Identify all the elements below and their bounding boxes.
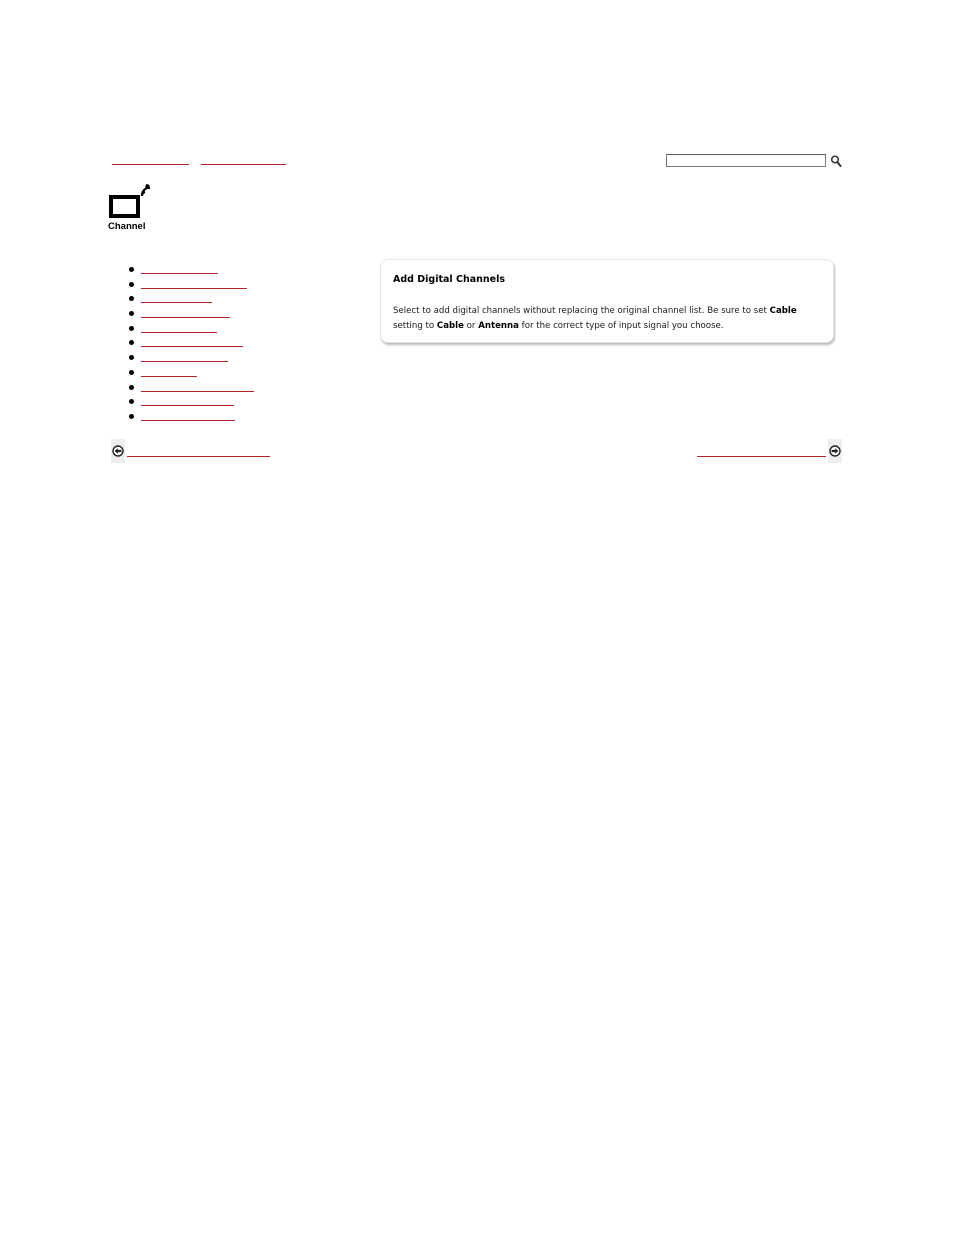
topic-link[interactable]: [141, 410, 235, 421]
topic-link[interactable]: [141, 292, 212, 304]
bullet: [129, 325, 134, 331]
body-text: or: [463, 321, 479, 331]
topic-link[interactable]: [141, 263, 218, 274]
bullet: [129, 369, 134, 375]
list-item: [127, 321, 277, 336]
list-item: [127, 350, 277, 365]
search-button[interactable]: [830, 153, 842, 167]
list-item: [127, 306, 277, 321]
term-cable: Cable: [769, 306, 797, 316]
list-item: [127, 380, 277, 395]
term-antenna: Antenna: [478, 321, 519, 331]
list-item: [127, 262, 277, 277]
bullet: [129, 296, 134, 302]
search-input[interactable]: [666, 154, 826, 167]
breadcrumb-link-1[interactable]: [112, 154, 189, 165]
category-label: Channel: [108, 221, 146, 232]
topic-link[interactable]: [141, 366, 197, 377]
topic-link[interactable]: [141, 351, 228, 363]
list-item: [127, 365, 277, 380]
bullet: [129, 340, 134, 346]
tv-broadcast-icon: [108, 183, 151, 219]
arrow-right-icon: [829, 445, 841, 457]
topic-link[interactable]: [141, 322, 217, 333]
body-text: setting to: [393, 321, 437, 331]
list-item: [127, 291, 277, 306]
bullet: [129, 384, 134, 390]
topic-link[interactable]: [141, 336, 243, 348]
list-item: [127, 335, 277, 350]
search-icon: [830, 155, 842, 167]
breadcrumb-link-2[interactable]: [201, 154, 286, 165]
bullet: [129, 311, 134, 317]
topic-link[interactable]: [141, 307, 230, 319]
card-title: Add Digital Channels: [393, 274, 506, 285]
body-text: Select to add digital channels without r…: [393, 306, 770, 316]
next-button[interactable]: [828, 439, 842, 463]
bullet: [129, 399, 134, 405]
bullet: [129, 355, 134, 361]
list-item: [127, 409, 277, 424]
bullet: [129, 413, 134, 419]
term-cable: Cable: [436, 321, 464, 331]
arrow-left-icon: [112, 445, 124, 457]
topic-list: [127, 262, 277, 424]
next-link[interactable]: [697, 446, 826, 457]
list-item: [127, 277, 277, 292]
bullet: [129, 267, 134, 272]
bullet: [129, 281, 134, 287]
topic-link[interactable]: [141, 395, 234, 407]
topic-link[interactable]: [141, 381, 254, 392]
prev-link[interactable]: [127, 446, 270, 457]
prev-button[interactable]: [111, 439, 125, 463]
body-text: for the correct type of input signal you…: [518, 321, 724, 331]
card-body: Select to add digital channels without r…: [393, 304, 823, 334]
list-item: [127, 394, 277, 409]
topic-link[interactable]: [141, 278, 247, 289]
